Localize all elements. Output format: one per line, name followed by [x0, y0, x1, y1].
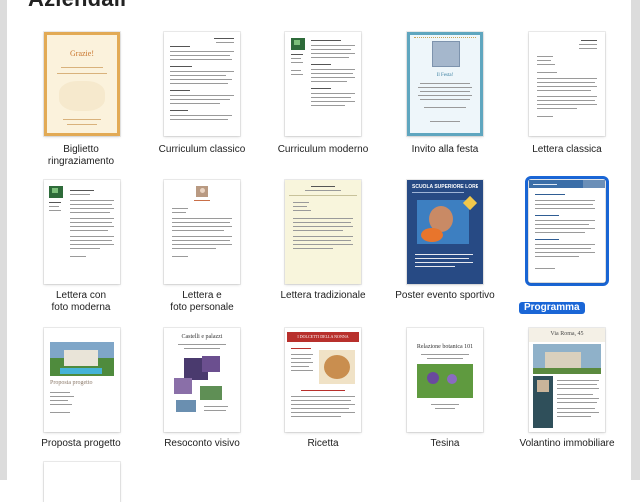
template-label: Lettera classica	[532, 144, 602, 155]
template-label: Poster evento sportivo	[395, 290, 495, 301]
template-thumbnail[interactable]: Il Festa!	[407, 32, 483, 136]
template-label: Lettera e foto personale	[170, 290, 234, 313]
thumb-title-text: Grazie!	[70, 49, 94, 58]
template-thumbnail[interactable]	[285, 180, 361, 284]
template-thumbnail[interactable]: SCUOLA SUPERIORE LOREM	[407, 180, 483, 284]
template-thumbnail[interactable]: Via Roma, 45	[529, 328, 605, 432]
template-thumbnail[interactable]	[529, 32, 605, 136]
thumb-photo	[432, 41, 460, 67]
template-label: Biglietto ringraziamento	[47, 144, 115, 167]
template-label: Lettera tradizionale	[280, 290, 366, 301]
template-thumbnail[interactable]	[529, 180, 605, 282]
template-thumbnail[interactable]: Castelli e palazzi	[164, 328, 240, 432]
template-label: Curriculum moderno	[277, 144, 369, 155]
template-label-selected: Programma	[519, 290, 585, 314]
template-thumbnail[interactable]: Grazie!	[44, 32, 120, 136]
template-thumbnail[interactable]	[164, 180, 240, 284]
thumb-title-text: SCUOLA SUPERIORE LOREM	[412, 184, 478, 190]
thumb-title-text: Via Roma, 45	[550, 331, 584, 337]
template-label: Curriculum classico	[158, 144, 246, 155]
template-label: Lettera con foto moderna	[51, 290, 111, 313]
thumb-title-text: I DOLCETTI DELLA NONNA	[297, 334, 349, 339]
thumb-title-text: Relazione botanica 101	[416, 344, 474, 350]
template-label: Proposta progetto	[41, 438, 121, 449]
template-thumbnail[interactable]	[44, 462, 120, 502]
thumb-photo	[417, 364, 473, 398]
template-thumbnail[interactable]	[44, 180, 120, 284]
template-thumbnail[interactable]	[285, 32, 361, 136]
thumb-title-text: Castelli e palazzi	[181, 334, 223, 340]
selected-label-pill: Programma	[519, 302, 585, 314]
template-thumbnail[interactable]: Proposta progetto	[44, 328, 120, 432]
thumb-title-text: Proposta progetto	[50, 380, 93, 386]
template-label: Volantino immobiliare	[519, 438, 615, 449]
thumb-title-text: Il Festa!	[436, 73, 454, 78]
template-thumbnail[interactable]: I DOLCETTI DELLA NONNA	[285, 328, 361, 432]
template-label: Tesina	[430, 438, 460, 449]
template-grid: Grazie! Biglietto ringraziamento Curricu…	[0, 0, 640, 502]
template-thumbnail[interactable]	[164, 32, 240, 136]
template-thumbnail[interactable]: Relazione botanica 101	[407, 328, 483, 432]
template-label: Resoconto visivo	[164, 438, 240, 449]
template-label: Invito alla festa	[411, 144, 479, 155]
template-label: Ricetta	[307, 438, 339, 449]
